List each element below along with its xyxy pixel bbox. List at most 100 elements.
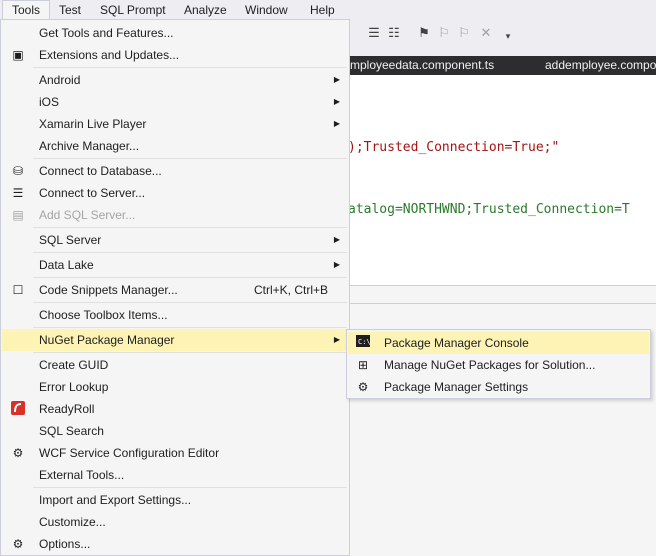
clear-bookmarks-icon[interactable]: ✕ (478, 25, 494, 41)
submenu-arrow-icon: ▶ (333, 75, 340, 84)
menu-item-label: ReadyRoll (39, 402, 95, 416)
console-icon: C:\ (355, 335, 371, 351)
menu-separator (33, 277, 347, 278)
menu-item-shortcut: Ctrl+K, Ctrl+B (254, 283, 329, 297)
menu-item-code-snippets[interactable]: ☐ Code Snippets Manager... Ctrl+K, Ctrl+… (2, 279, 348, 301)
bookmark-icon[interactable]: ⚑ (416, 25, 432, 41)
menu-item-error-lookup[interactable]: Error Lookup (2, 376, 348, 398)
menu-sql-prompt[interactable]: SQL Prompt (100, 0, 166, 20)
tab-employeedata-component[interactable]: mployeedata.component.ts (350, 56, 494, 75)
menu-item-label: Archive Manager... (39, 139, 140, 153)
menu-item-label: Choose Toolbox Items... (39, 308, 168, 322)
svg-text:C:\: C:\ (358, 338, 370, 346)
menu-item-label: SQL Server (39, 233, 102, 247)
menu-item-sql-search[interactable]: SQL Search (2, 420, 348, 442)
menu-item-label: WCF Service Configuration Editor (39, 446, 220, 460)
pane-divider (348, 303, 656, 304)
submenu-arrow-icon: ▶ (333, 235, 340, 244)
menu-item-readyroll[interactable]: ReadyRoll (2, 398, 348, 420)
menu-item-choose-toolbox[interactable]: Choose Toolbox Items... (2, 304, 348, 326)
next-bookmark-icon[interactable]: ⚐ (456, 25, 472, 41)
menu-item-label: Connect to Server... (39, 186, 146, 200)
menu-tools[interactable]: Tools (2, 0, 51, 20)
menu-test[interactable]: Test (59, 0, 81, 20)
submenu-arrow-icon: ▶ (333, 119, 340, 128)
menu-item-archive-manager[interactable]: Archive Manager... (2, 135, 348, 157)
menu-item-label: Xamarin Live Player (39, 117, 147, 131)
prev-bookmark-icon[interactable]: ⚐ (436, 25, 452, 41)
menu-item-sql-server[interactable]: SQL Server ▶ (2, 229, 348, 251)
menu-separator (33, 227, 347, 228)
menu-separator (33, 327, 347, 328)
nuget-submenu: C:\ Package Manager Console ⊞ Manage NuG… (346, 329, 651, 399)
submenu-item-package-manager-settings[interactable]: ⚙ Package Manager Settings (348, 376, 649, 398)
menu-item-customize[interactable]: Customize... (2, 511, 348, 533)
code-editor[interactable]: );Trusted_Connection=True;" atalog=NORTH… (348, 75, 656, 285)
submenu-item-package-manager-console[interactable]: C:\ Package Manager Console (348, 332, 649, 354)
menu-item-label: NuGet Package Manager (39, 333, 175, 347)
connect-server-icon: ☰ (12, 186, 24, 200)
menu-item-label: Get Tools and Features... (39, 26, 174, 40)
pane-divider (348, 285, 656, 286)
code-line-connection-2: atalog=NORTHWND;Trusted_Connection=T (348, 202, 630, 217)
menu-help[interactable]: Help (310, 0, 335, 20)
submenu-arrow-icon: ▶ (333, 260, 340, 269)
menu-item-extensions[interactable]: ▣ Extensions and Updates... (2, 44, 348, 66)
code-line-connection-1: );Trusted_Connection=True;" (348, 140, 560, 155)
tools-menu: Get Tools and Features... ▣ Extensions a… (0, 19, 350, 556)
menu-item-label: Android (39, 73, 81, 87)
menu-item-get-tools[interactable]: Get Tools and Features... (2, 22, 348, 44)
menu-item-options[interactable]: ⚙ Options... (2, 533, 348, 555)
menu-separator (33, 487, 347, 488)
menu-separator (33, 67, 347, 68)
menu-item-add-sql-server: ▤ Add SQL Server... (2, 204, 348, 226)
menu-item-label: External Tools... (39, 468, 125, 482)
menu-item-import-export-settings[interactable]: Import and Export Settings... (2, 489, 348, 511)
menu-item-label: Extensions and Updates... (39, 48, 180, 62)
package-icon: ⊞ (357, 358, 369, 372)
menu-item-wcf-config-editor[interactable]: ⚙ WCF Service Configuration Editor (2, 442, 348, 464)
menu-item-label: Code Snippets Manager... (39, 283, 178, 297)
menu-item-label: Create GUID (39, 358, 109, 372)
menu-separator (33, 252, 347, 253)
submenu-item-manage-nuget-packages[interactable]: ⊞ Manage NuGet Packages for Solution... (348, 354, 649, 376)
menu-separator (33, 158, 347, 159)
menu-item-create-guid[interactable]: Create GUID (2, 354, 348, 376)
uncomment-lines-icon[interactable]: ☷ (386, 25, 402, 41)
snippets-icon: ☐ (12, 283, 24, 297)
menu-item-nuget-package-manager[interactable]: NuGet Package Manager ▶ (2, 329, 348, 351)
toolbar-overflow-icon[interactable]: ▾ (500, 28, 516, 44)
menu-item-external-tools[interactable]: External Tools... (2, 464, 348, 486)
submenu-arrow-icon: ▶ (333, 335, 340, 344)
menu-item-label: Package Manager Settings (384, 380, 529, 394)
gear-icon: ⚙ (357, 380, 369, 394)
menu-item-label: Data Lake (39, 258, 94, 272)
submenu-arrow-icon: ▶ (333, 97, 340, 106)
wcf-config-icon: ⚙ (12, 446, 24, 460)
menu-item-xamarin-live-player[interactable]: Xamarin Live Player ▶ (2, 113, 348, 135)
readyroll-icon (10, 401, 26, 417)
menu-item-ios[interactable]: iOS ▶ (2, 91, 348, 113)
menu-item-label: Manage NuGet Packages for Solution... (384, 358, 596, 372)
add-sql-server-icon: ▤ (12, 208, 24, 222)
menu-separator (33, 352, 347, 353)
menu-bar: Tools Test SQL Prompt Analyze Window Hel… (0, 0, 656, 20)
menu-analyze[interactable]: Analyze (184, 0, 227, 20)
menu-item-android[interactable]: Android ▶ (2, 69, 348, 91)
menu-item-connect-database[interactable]: ⛁ Connect to Database... (2, 160, 348, 182)
menu-item-label: Import and Export Settings... (39, 493, 192, 507)
menu-item-label: Connect to Database... (39, 164, 162, 178)
comment-lines-icon[interactable]: ☰ (366, 25, 382, 41)
menu-item-data-lake[interactable]: Data Lake ▶ (2, 254, 348, 276)
menu-item-connect-server[interactable]: ☰ Connect to Server... (2, 182, 348, 204)
extensions-icon: ▣ (12, 48, 24, 62)
menu-item-label: Package Manager Console (384, 336, 529, 350)
document-tab-bar: mployeedata.component.ts addemployee.com… (348, 56, 656, 75)
menu-item-label: iOS (39, 95, 60, 109)
menu-item-label: Options... (39, 537, 91, 551)
menu-item-label: SQL Search (39, 424, 104, 438)
toolbar: ☰ ☷ ⚑ ⚐ ⚐ ✕ ▾ (348, 20, 656, 48)
menu-window[interactable]: Window (245, 0, 288, 20)
tab-addemployee-component[interactable]: addemployee.compo (545, 56, 656, 75)
menu-item-label: Customize... (39, 515, 106, 529)
